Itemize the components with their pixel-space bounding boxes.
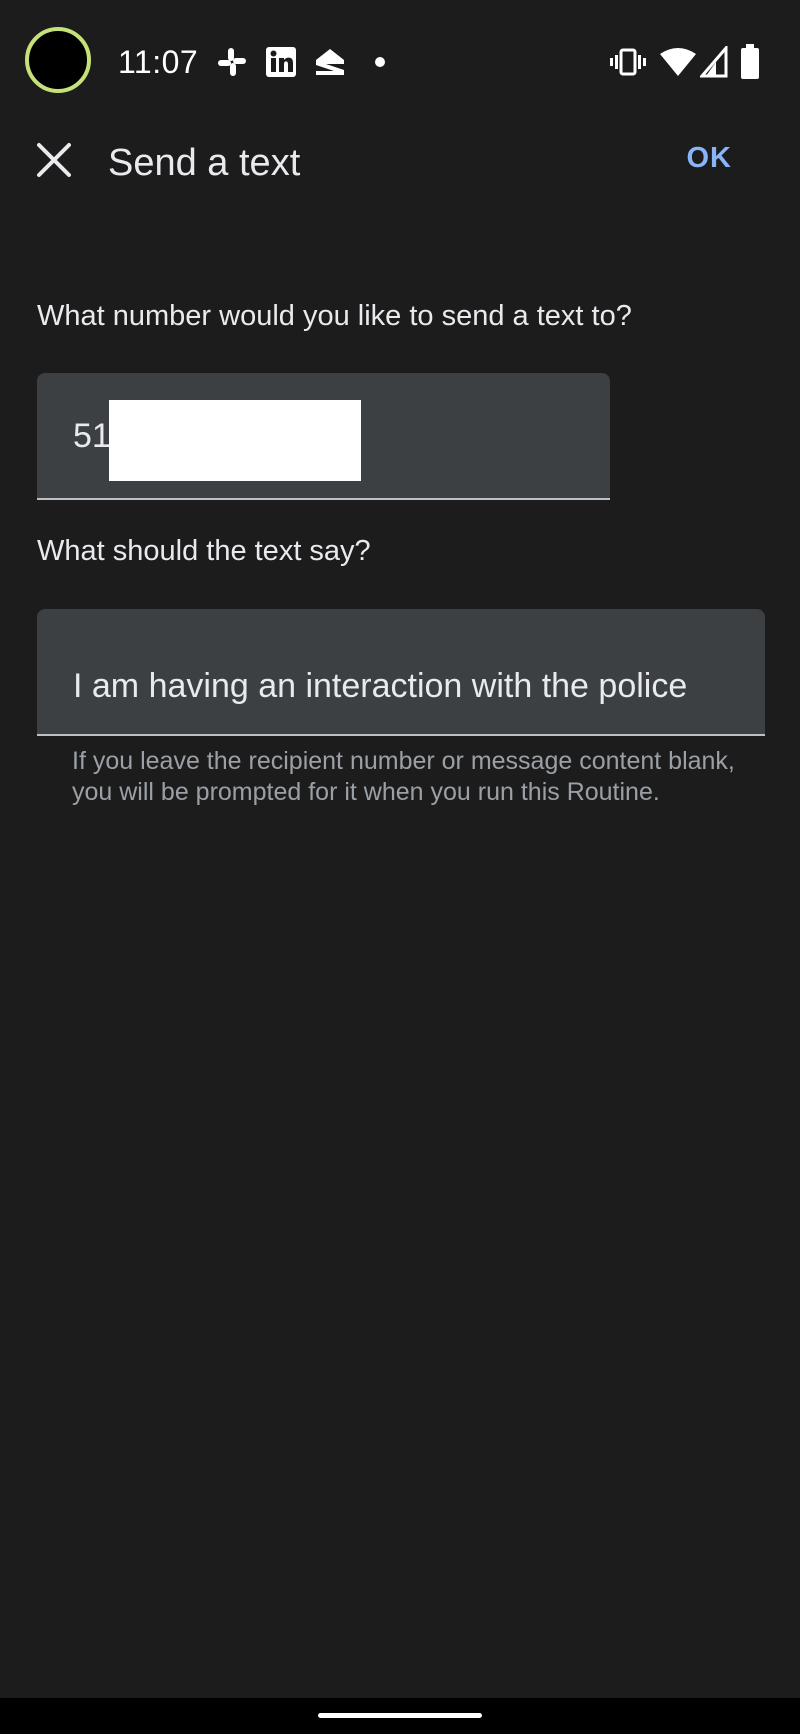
- battery-icon: [740, 44, 760, 79]
- linkedin-icon: [265, 46, 297, 80]
- zillow-icon: [313, 46, 347, 80]
- phone-number-input[interactable]: 51: [37, 373, 610, 500]
- message-value: I am having an interaction with the poli…: [73, 667, 688, 705]
- screen: 11:07 Send a text OK What number would y…: [0, 0, 800, 1734]
- more-dot-icon: [374, 56, 386, 90]
- message-input[interactable]: I am having an interaction with the poli…: [37, 609, 765, 736]
- avatar: [25, 27, 91, 93]
- redaction-block: [109, 400, 361, 481]
- helper-text: If you leave the recipient number or mes…: [72, 747, 735, 806]
- close-icon: [37, 143, 71, 177]
- status-time: 11:07: [118, 44, 199, 80]
- signal-icon: [700, 46, 728, 80]
- ok-button[interactable]: OK: [687, 142, 733, 175]
- phone-number-value: 51: [73, 417, 111, 455]
- message-question-label: What should the text say?: [37, 535, 371, 567]
- vibrate-icon: [610, 46, 646, 80]
- wifi-icon: [660, 46, 696, 80]
- close-button[interactable]: [30, 136, 78, 184]
- slack-icon: [216, 46, 248, 80]
- home-gesture-handle[interactable]: [318, 1713, 482, 1718]
- status-bar: 11:07: [0, 0, 800, 124]
- app-bar: Send a text OK: [0, 124, 800, 204]
- navigation-bar: [0, 1698, 800, 1734]
- number-question-label: What number would you like to send a tex…: [37, 300, 632, 332]
- page-title: Send a text: [108, 142, 301, 184]
